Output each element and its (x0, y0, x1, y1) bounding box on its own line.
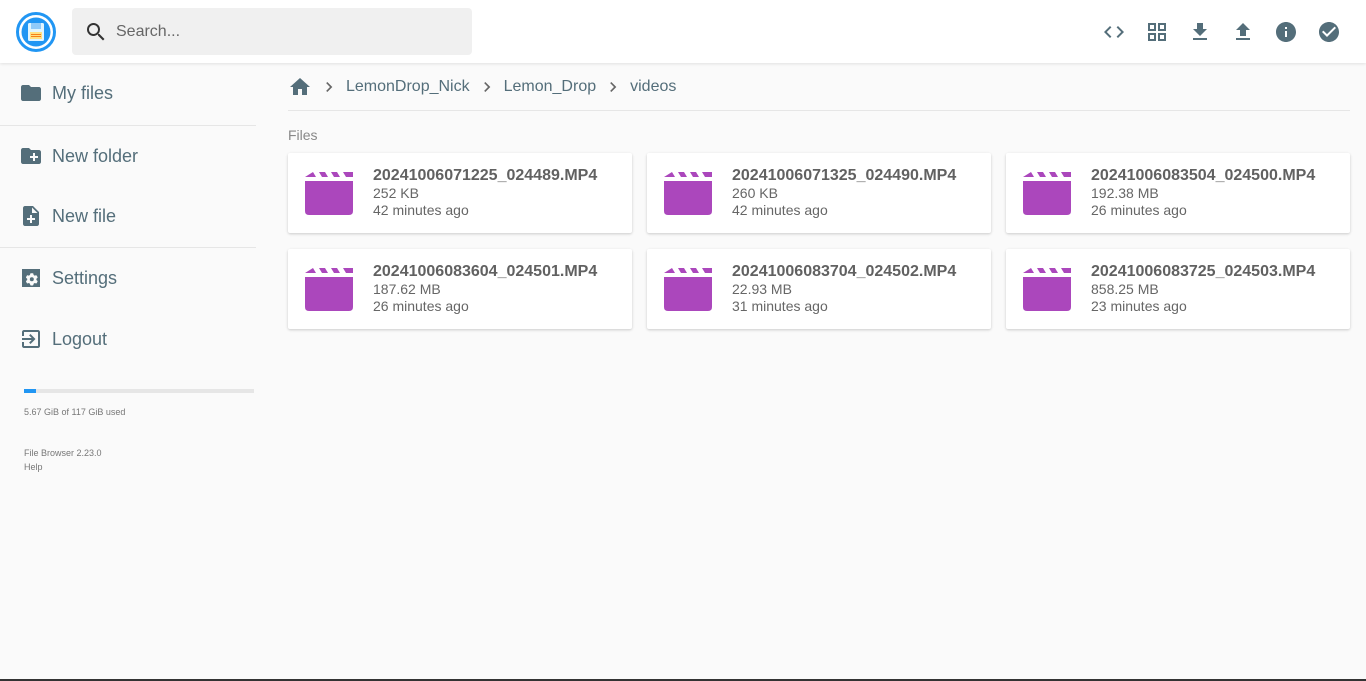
file-browser-logo-icon[interactable] (16, 12, 56, 52)
credits: File Browser 2.23.0 Help (24, 446, 102, 474)
file-modified: 26 minutes ago (373, 298, 469, 314)
main-content: LemonDrop_Nick Lemon_Drop videos Files 2… (288, 63, 1350, 329)
help-link[interactable]: Help (24, 460, 102, 474)
search-icon (87, 22, 105, 40)
sidebar-item-label: New folder (52, 145, 139, 166)
sidebar-item-settings[interactable]: Settings (0, 248, 256, 308)
home-icon[interactable] (288, 75, 312, 99)
file-item[interactable]: 20241006071225_024489.MP4 252 KB 42 minu… (288, 153, 632, 233)
movie-icon (664, 268, 712, 311)
switch-view-button[interactable] (1135, 10, 1178, 53)
upload-button[interactable] (1221, 10, 1264, 53)
file-item[interactable]: 20241006083604_024501.MP4 187.62 MB 26 m… (288, 249, 632, 329)
sidebar-item-new-folder[interactable]: New folder (0, 126, 256, 186)
search-bar[interactable] (72, 8, 472, 55)
breadcrumb: LemonDrop_Nick Lemon_Drop videos (288, 63, 1350, 111)
file-name: 20241006083504_024500.MP4 (1091, 167, 1316, 184)
download-icon (1192, 22, 1207, 40)
version-text: File Browser 2.23.0 (24, 448, 102, 458)
file-modified: 31 minutes ago (732, 298, 828, 314)
movie-icon (1023, 172, 1071, 215)
sidebar-item-label: New file (52, 205, 117, 226)
file-modified: 26 minutes ago (1091, 202, 1187, 218)
file-size: 252 KB (373, 185, 419, 201)
select-multiple-button[interactable] (1307, 10, 1350, 53)
settings-icon (22, 269, 40, 287)
chevron-right-icon (326, 81, 333, 92)
upload-icon (1235, 22, 1250, 40)
file-name: 20241006071225_024489.MP4 (373, 167, 598, 184)
movie-icon (1023, 268, 1071, 311)
file-grid: 20241006071225_024489.MP4 252 KB 42 minu… (288, 153, 1350, 329)
file-name: 20241006083704_024502.MP4 (732, 263, 957, 280)
storage-usage-text: 5.67 GiB of 117 GiB used (24, 407, 126, 417)
section-title: Files (288, 127, 318, 143)
file-name: 20241006083604_024501.MP4 (373, 263, 598, 280)
sidebar: My files New folder New file Settings Lo… (0, 63, 256, 681)
top-bar (0, 0, 1366, 63)
file-modified: 42 minutes ago (373, 202, 469, 218)
file-name: 20241006071325_024490.MP4 (732, 167, 957, 184)
file-item[interactable]: 20241006083504_024500.MP4 192.38 MB 26 m… (1006, 153, 1350, 233)
sidebar-item-label: Logout (52, 328, 108, 349)
storage-progress-bar (24, 389, 254, 393)
file-item[interactable]: 20241006083704_024502.MP4 22.93 MB 31 mi… (647, 249, 991, 329)
grid-view-icon (1147, 22, 1166, 41)
file-size: 187.62 MB (373, 281, 441, 297)
storage-quota: 5.67 GiB of 117 GiB used (24, 389, 254, 417)
header-actions (1092, 10, 1350, 53)
search-input[interactable] (116, 22, 456, 41)
breadcrumb-item[interactable]: videos (630, 78, 676, 96)
sidebar-item-label: Settings (52, 267, 118, 288)
breadcrumb-item[interactable]: LemonDrop_Nick (346, 78, 470, 96)
file-name: 20241006083725_024503.MP4 (1091, 263, 1316, 280)
file-modified: 23 minutes ago (1091, 298, 1187, 314)
sidebar-item-label: My files (52, 82, 114, 103)
sidebar-item-logout[interactable]: Logout (0, 309, 256, 369)
chevron-right-icon (483, 81, 490, 92)
sidebar-item-new-file[interactable]: New file (0, 186, 256, 246)
info-button[interactable] (1264, 10, 1307, 53)
file-item[interactable]: 20241006083725_024503.MP4 858.25 MB 23 m… (1006, 249, 1350, 329)
new-file-icon (23, 206, 39, 226)
movie-icon (664, 172, 712, 215)
breadcrumb-item[interactable]: Lemon_Drop (504, 78, 597, 96)
file-item[interactable]: 20241006071325_024490.MP4 260 KB 42 minu… (647, 153, 991, 233)
file-size: 260 KB (732, 185, 778, 201)
file-size: 858.25 MB (1091, 281, 1159, 297)
logout-icon (22, 330, 40, 348)
code-icon (1103, 25, 1124, 38)
info-icon (1275, 21, 1296, 42)
new-folder-icon (21, 148, 41, 164)
movie-icon (305, 172, 353, 215)
file-modified: 42 minutes ago (732, 202, 828, 218)
file-size: 192.38 MB (1091, 185, 1159, 201)
check-circle-icon (1318, 21, 1339, 42)
folder-icon (21, 85, 41, 101)
toggle-code-button[interactable] (1092, 10, 1135, 53)
storage-progress-fill (24, 389, 36, 393)
movie-icon (305, 268, 353, 311)
download-button[interactable] (1178, 10, 1221, 53)
chevron-right-icon (610, 81, 617, 92)
file-size: 22.93 MB (732, 281, 792, 297)
sidebar-item-my-files[interactable]: My files (0, 63, 256, 123)
